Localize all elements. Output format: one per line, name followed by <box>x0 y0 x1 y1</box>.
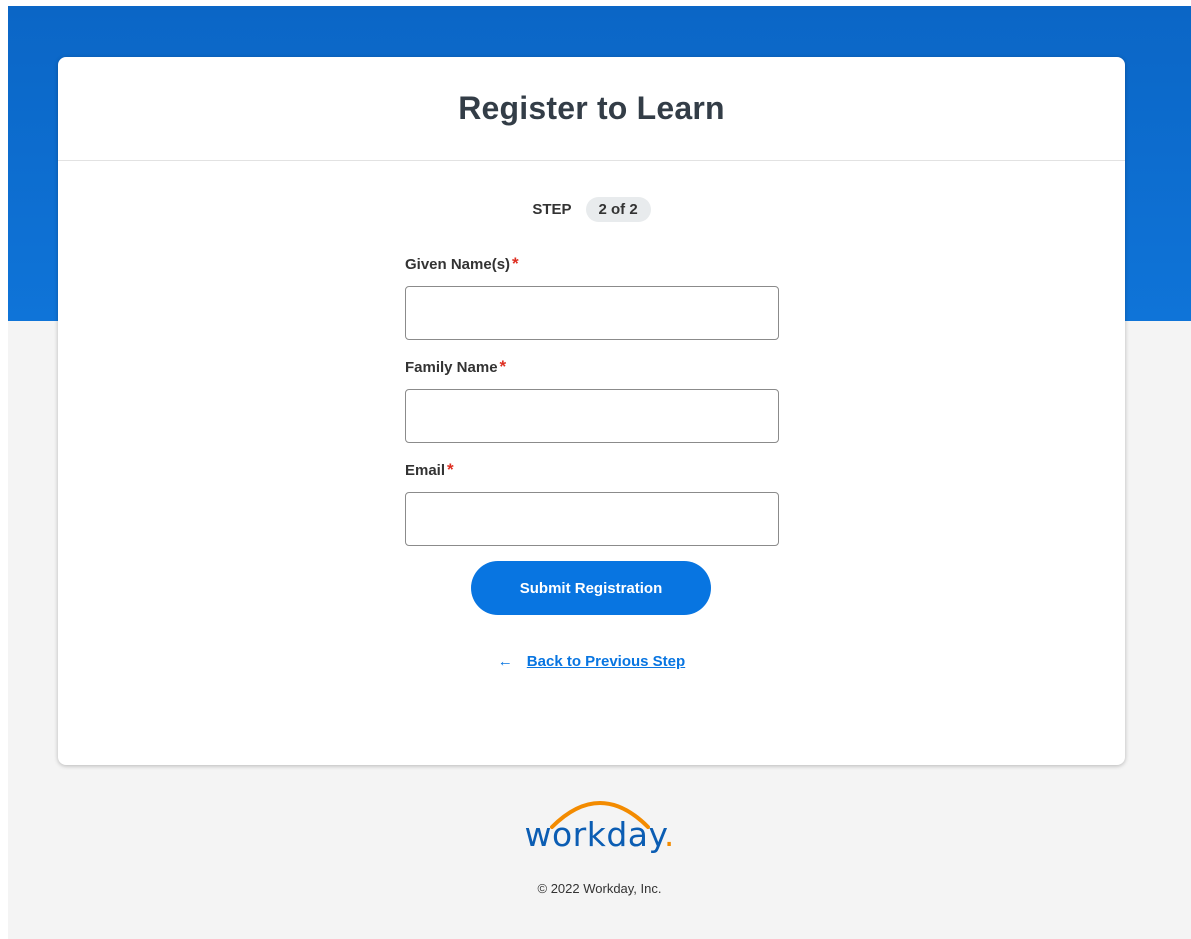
registration-card: Register to Learn STEP 2 of 2 Given Name… <box>58 57 1125 765</box>
given-name-label-text: Given Name(s) <box>405 256 511 273</box>
family-name-label: Family Name * <box>405 355 779 379</box>
workday-logo: workday. <box>525 795 675 863</box>
footer: workday. © 2022 Workday, Inc. <box>8 795 1191 896</box>
given-name-group: Given Name(s) * <box>405 252 779 355</box>
step-indicator: STEP 2 of 2 <box>58 197 1125 222</box>
page-title: Register to Learn <box>458 90 725 126</box>
email-label-text: Email <box>405 462 446 479</box>
email-label: Email * <box>405 458 779 482</box>
step-badge: 2 of 2 <box>585 197 651 222</box>
copyright-text: © 2022 Workday, Inc. <box>537 881 662 896</box>
email-group: Email * <box>405 458 779 561</box>
registration-form: Given Name(s) * Family Name * Email * <box>405 252 779 561</box>
family-name-input[interactable] <box>405 389 779 443</box>
logo-wordmark: workday. <box>525 815 675 854</box>
back-to-previous-step-link[interactable]: Back to Previous Step <box>527 653 685 670</box>
logo-text: workday <box>524 815 664 854</box>
email-input[interactable] <box>405 492 779 546</box>
card-header: Register to Learn <box>58 57 1125 161</box>
family-name-label-text: Family Name <box>405 359 498 376</box>
given-name-label: Given Name(s) * <box>405 252 779 276</box>
required-asterisk: * <box>499 357 507 376</box>
arrow-left-icon[interactable]: ← <box>498 653 513 670</box>
required-asterisk: * <box>447 460 454 479</box>
required-asterisk: * <box>512 254 519 273</box>
logo-dot: . <box>663 815 675 854</box>
back-navigation: ← Back to Previous Step <box>58 653 1125 670</box>
given-name-input[interactable] <box>405 286 779 340</box>
family-name-group: Family Name * <box>405 355 779 458</box>
submit-registration-button[interactable]: Submit Registration <box>471 561 711 615</box>
step-label: STEP <box>532 201 572 218</box>
